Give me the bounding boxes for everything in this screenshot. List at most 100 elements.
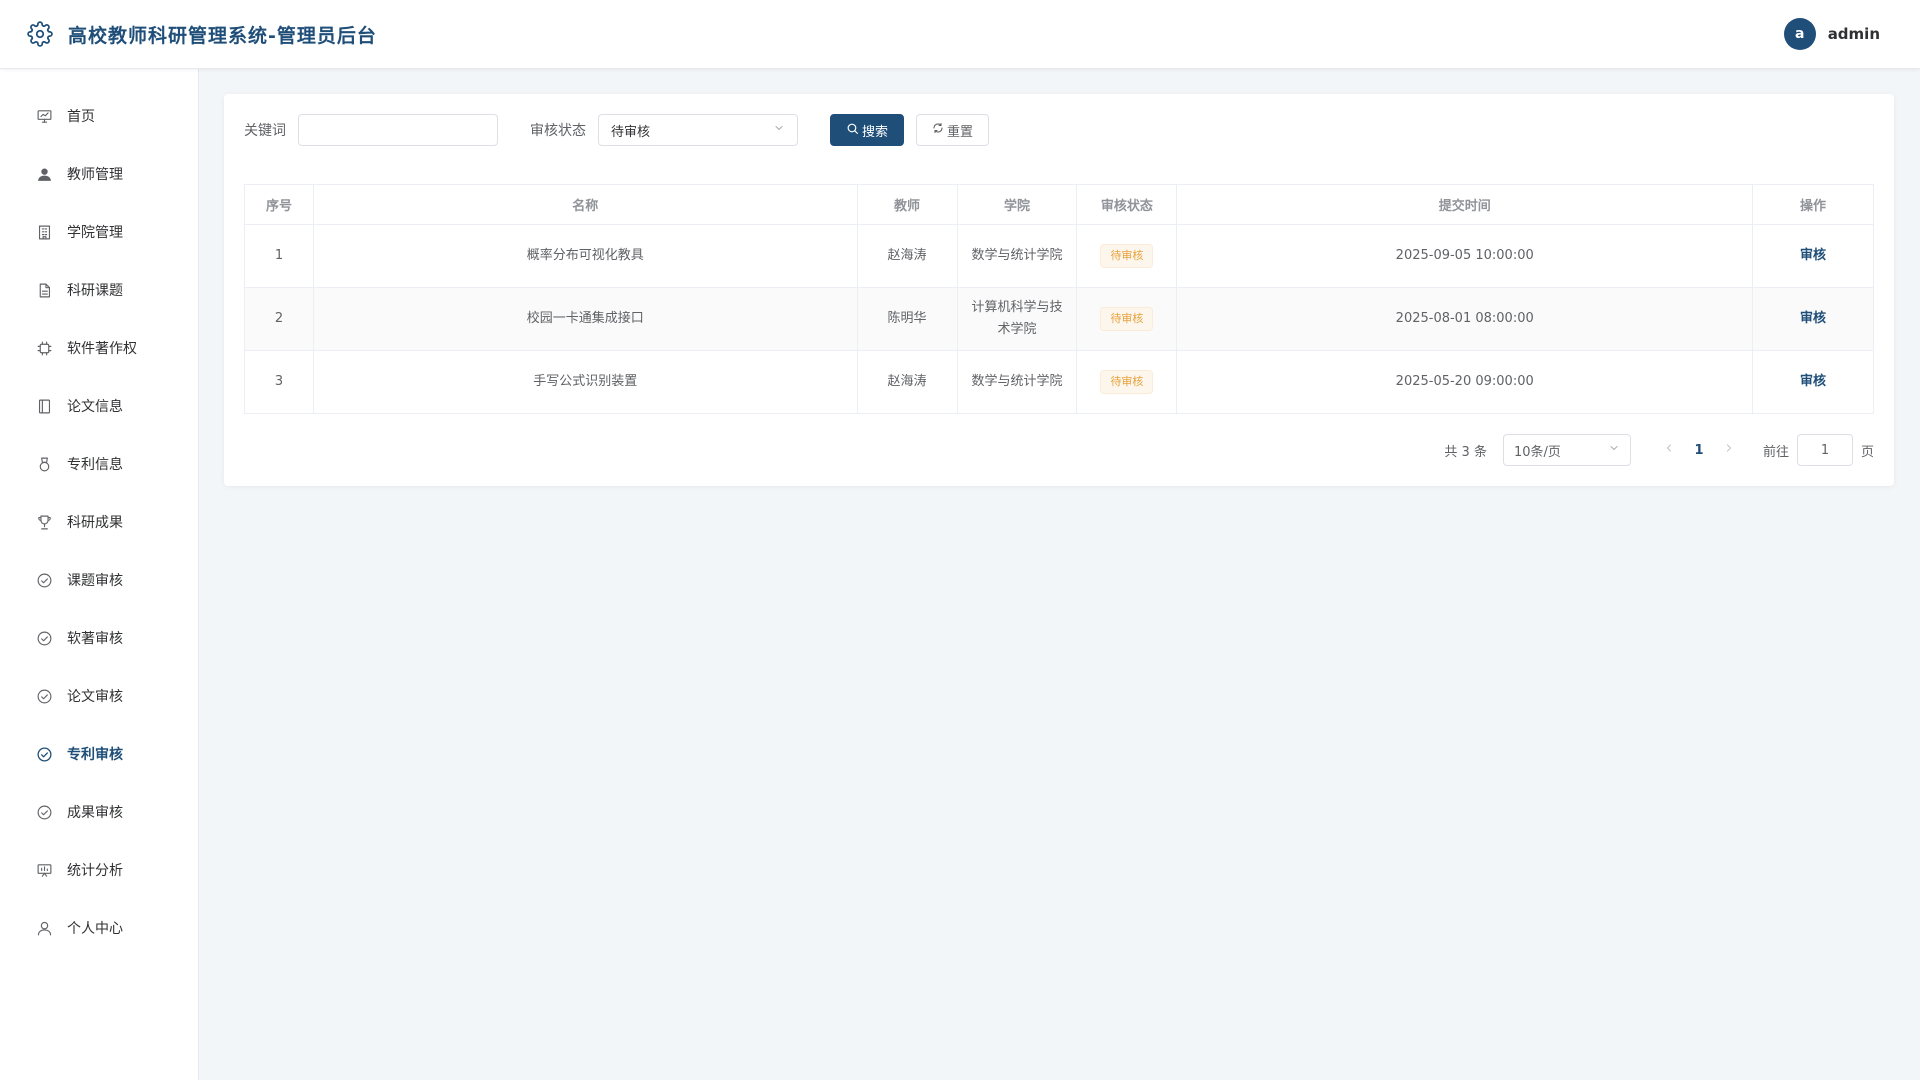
table-header-row: 序号 名称 教师 学院 审核状态 提交时间 操作 — [244, 184, 1874, 225]
keyword-input[interactable] — [298, 114, 498, 146]
college-text: 数学与统计学院 — [971, 248, 1063, 263]
trophy-icon — [35, 513, 53, 531]
circle-check-icon — [35, 571, 53, 589]
table-row: 2 校园一卡通集成接口 陈明华 计算机科学与技术学院 待审核 2025-08-0… — [244, 287, 1874, 351]
sidebar-item-project-review[interactable]: 课题审核 — [0, 551, 198, 609]
search-icon — [846, 122, 859, 139]
cell-index: 2 — [244, 287, 314, 351]
sidebar-item-label: 成果审核 — [67, 805, 123, 821]
gear-icon — [26, 20, 54, 48]
reset-button-label: 重置 — [947, 124, 974, 140]
prev-page-button[interactable] — [1653, 442, 1685, 458]
cpu-icon — [35, 339, 53, 357]
sidebar-item-label: 个人中心 — [67, 921, 123, 937]
sidebar-item-teachers[interactable]: 教师管理 — [0, 145, 198, 203]
pagination-total: 共 3 条 — [1444, 444, 1487, 460]
column-header-submitted: 提交时间 — [1176, 184, 1754, 225]
cell-name: 校园一卡通集成接口 — [312, 287, 858, 351]
username[interactable]: admin — [1828, 25, 1880, 43]
circle-check-icon — [35, 629, 53, 647]
goto-label: 前往 — [1762, 444, 1789, 460]
search-button[interactable]: 搜索 — [830, 114, 905, 146]
sidebar-item-patents[interactable]: 专利信息 — [0, 435, 198, 493]
cell-teacher: 赵海涛 — [856, 350, 958, 414]
user-menu[interactable]: a admin — [1783, 18, 1894, 50]
sidebar-item-achievement-review[interactable]: 成果审核 — [0, 783, 198, 841]
cell-teacher: 陈明华 — [856, 287, 958, 351]
cell-status: 待审核 — [1076, 224, 1178, 288]
refresh-icon — [932, 122, 944, 138]
cell-name: 概率分布可视化教具 — [312, 224, 858, 288]
sidebar-item-statistics[interactable]: 统计分析 — [0, 841, 198, 899]
chevron-right-icon — [1726, 444, 1732, 452]
search-button-label: 搜索 — [862, 124, 889, 140]
column-header-status: 审核状态 — [1076, 184, 1178, 225]
main-content: 关键词 审核状态 待审核 搜索 重置 序号 名称 教师 学院 审核状态 提交时间… — [199, 69, 1920, 1080]
sidebar-item-label: 学院管理 — [67, 225, 123, 241]
status-select-value: 待审核 — [611, 124, 651, 140]
sidebar-item-colleges[interactable]: 学院管理 — [0, 203, 198, 261]
review-link[interactable]: 审核 — [1800, 374, 1826, 389]
brand: 高校教师科研管理系统-管理员后台 — [26, 20, 377, 48]
presentation-icon — [35, 107, 53, 125]
chevron-left-icon — [1666, 444, 1672, 452]
page-number-current[interactable]: 1 — [1685, 443, 1713, 458]
cell-status: 待审核 — [1076, 287, 1178, 351]
sidebar-item-projects[interactable]: 科研课题 — [0, 261, 198, 319]
goto-page-input[interactable] — [1796, 434, 1853, 466]
sidebar-item-label: 软著审核 — [67, 631, 123, 647]
review-table: 序号 名称 教师 学院 审核状态 提交时间 操作 1 概率分布可视化教具 赵海涛… — [244, 184, 1874, 414]
chevron-down-icon — [1608, 442, 1620, 458]
sidebar-item-software-review[interactable]: 软著审核 — [0, 609, 198, 667]
circle-check-icon — [35, 803, 53, 821]
column-header-teacher: 教师 — [856, 184, 958, 225]
document-icon — [35, 281, 53, 299]
sidebar-item-profile[interactable]: 个人中心 — [0, 899, 198, 957]
review-card: 关键词 审核状态 待审核 搜索 重置 序号 名称 教师 学院 审核状态 提交时间… — [224, 94, 1894, 486]
cell-index: 1 — [244, 224, 314, 288]
table-row: 3 手写公式识别装置 赵海涛 数学与统计学院 待审核 2025-05-20 09… — [244, 350, 1874, 414]
sidebar-item-software-copyright[interactable]: 软件著作权 — [0, 319, 198, 377]
sidebar-item-label: 科研课题 — [67, 283, 123, 299]
college-text: 计算机科学与技术学院 — [971, 300, 1063, 337]
sidebar-item-label: 论文审核 — [67, 689, 123, 705]
filter-bar: 关键词 审核状态 待审核 搜索 重置 — [244, 114, 990, 146]
cell-action: 审核 — [1752, 350, 1874, 414]
sidebar-item-home[interactable]: 首页 — [0, 87, 198, 145]
status-select[interactable]: 待审核 — [598, 114, 798, 146]
table-row: 1 概率分布可视化教具 赵海涛 数学与统计学院 待审核 2025-09-05 1… — [244, 224, 1874, 288]
page-suffix: 页 — [1860, 444, 1874, 460]
status-badge: 待审核 — [1100, 244, 1154, 268]
avatar[interactable]: a — [1783, 18, 1816, 50]
sidebar-item-label: 专利审核 — [67, 747, 123, 763]
sidebar-item-label: 课题审核 — [67, 573, 123, 589]
review-link[interactable]: 审核 — [1800, 311, 1826, 326]
medal-icon — [35, 455, 53, 473]
keyword-label: 关键词 — [244, 123, 286, 139]
status-badge: 待审核 — [1100, 370, 1154, 394]
sidebar-item-label: 统计分析 — [67, 863, 123, 879]
data-board-icon — [35, 861, 53, 879]
column-header-name: 名称 — [312, 184, 858, 225]
sidebar-item-achievements[interactable]: 科研成果 — [0, 493, 198, 551]
cell-teacher: 赵海涛 — [856, 224, 958, 288]
column-header-action: 操作 — [1752, 184, 1874, 225]
sidebar-item-patent-review[interactable]: 专利审核 — [0, 725, 198, 783]
circle-check-icon — [35, 745, 53, 763]
sidebar-item-label: 软件著作权 — [67, 341, 137, 357]
next-page-button[interactable] — [1713, 442, 1745, 458]
page-size-select[interactable]: 10条/页 — [1502, 434, 1631, 466]
reset-button[interactable]: 重置 — [916, 114, 990, 146]
user-filled-icon — [35, 165, 53, 183]
college-text: 数学与统计学院 — [971, 374, 1063, 389]
review-link[interactable]: 审核 — [1800, 248, 1826, 263]
sidebar-item-label: 首页 — [67, 109, 95, 125]
sidebar-item-paper-review[interactable]: 论文审核 — [0, 667, 198, 725]
cell-index: 3 — [244, 350, 314, 414]
cell-submitted: 2025-08-01 08:00:00 — [1176, 287, 1754, 351]
sidebar-item-label: 科研成果 — [67, 515, 123, 531]
cell-college: 数学与统计学院 — [956, 350, 1078, 414]
status-badge: 待审核 — [1100, 307, 1154, 331]
user-icon — [35, 919, 53, 937]
sidebar-item-papers[interactable]: 论文信息 — [0, 377, 198, 435]
